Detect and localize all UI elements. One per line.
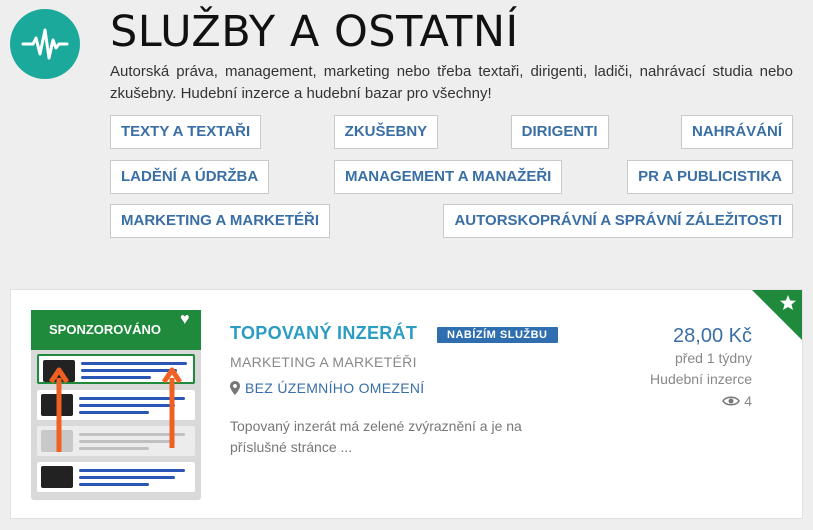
listing-price: 28,00 Kč <box>673 325 752 347</box>
thumbnail-row <box>37 462 195 492</box>
heart-icon[interactable]: ♥ <box>180 311 190 329</box>
category-row: MARKETING A MARKETÉŘI AUTORSKOPRÁVNÍ A S… <box>110 204 793 238</box>
listing-posted: před 1 týdny <box>674 350 752 366</box>
listing-location-text: BEZ ÚZEMNÍHO OMEZENÍ <box>245 380 425 396</box>
star-corner-icon <box>752 290 802 340</box>
eye-icon <box>722 396 741 406</box>
listing-title[interactable]: TOPOVANÝ INZERÁT <box>230 323 417 344</box>
category-link-management[interactable]: MANAGEMENT A MANAŽEŘI <box>333 160 563 194</box>
listing-card[interactable]: SPONZOROVÁNO ♥ TOPOVANÝ INZERÁT NABÍZÍM … <box>10 289 803 519</box>
map-pin-icon <box>230 381 240 395</box>
listing-thumbnail[interactable]: SPONZOROVÁNO ♥ <box>31 310 201 500</box>
category-row: TEXTY A TEXTAŘI ZKUŠEBNY DIRIGENTI NAHRÁ… <box>110 115 793 149</box>
category-link-texty[interactable]: TEXTY A TEXTAŘI <box>110 115 262 149</box>
page-title: SLUŽBY A OSTATNÍ <box>110 7 519 57</box>
listing-category: MARKETING A MARKETÉŘI <box>230 354 417 370</box>
category-link-pr[interactable]: PR A PUBLICISTIKA <box>627 160 793 194</box>
category-link-nahravani[interactable]: NAHRÁVÁNÍ <box>681 115 793 149</box>
pulse-icon <box>21 28 69 60</box>
category-link-ladeni[interactable]: LADĚNÍ A ÚDRŽBA <box>110 160 270 194</box>
category-link-dirigenti[interactable]: DIRIGENTI <box>510 115 609 149</box>
category-link-zkusebny[interactable]: ZKUŠEBNY <box>333 115 439 149</box>
sponsored-label: SPONZOROVÁNO <box>31 310 201 350</box>
listing-location: BEZ ÚZEMNÍHO OMEZENÍ <box>230 380 424 396</box>
category-link-marketing[interactable]: MARKETING A MARKETÉŘI <box>110 204 331 238</box>
arrow-up-icon <box>162 367 182 448</box>
page-description: Autorská práva, management, marketing ne… <box>110 63 793 102</box>
listing-excerpt: Topovaný inzerát má zelené zvýraznění a … <box>230 418 522 455</box>
listing-section: Hudební inzerce <box>650 371 752 387</box>
category-link-autorskopravni[interactable]: AUTORSKOPRÁVNÍ A SPRÁVNÍ ZÁLEŽITOSTI <box>443 204 793 238</box>
arrow-up-icon <box>49 367 69 452</box>
category-row: LADĚNÍ A ÚDRŽBA MANAGEMENT A MANAŽEŘI PR… <box>110 160 793 194</box>
listing-views: 4 <box>722 393 752 409</box>
site-logo[interactable] <box>10 9 80 79</box>
listing-type-badge: NABÍZÍM SLUŽBU <box>437 327 558 343</box>
view-count: 4 <box>744 393 752 409</box>
